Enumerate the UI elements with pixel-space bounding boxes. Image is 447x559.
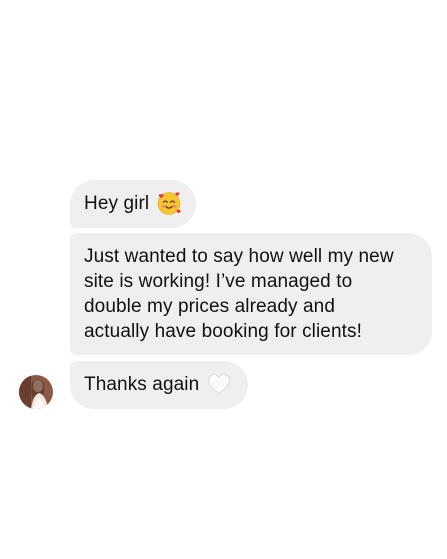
- message-text-line: actually have booking for clients!: [84, 321, 362, 342]
- avatar-photo-icon: [19, 375, 53, 409]
- message-bubble[interactable]: Thanks again: [70, 361, 249, 409]
- smiling-face-with-hearts-icon: [156, 190, 182, 216]
- message-text-line: site is working! I’ve managed to: [84, 271, 353, 292]
- message-text-line: Just wanted to say how well my new: [84, 246, 394, 267]
- avatar[interactable]: [19, 375, 53, 409]
- message-text-line: double my prices already and: [84, 296, 335, 317]
- message-bubble[interactable]: Hey girl: [70, 180, 197, 228]
- message-bubble[interactable]: Just wanted to say how well my new site …: [70, 233, 432, 355]
- message-text: Hey girl: [84, 193, 150, 214]
- white-heart-icon: [206, 371, 232, 397]
- message-text: Thanks again: [84, 374, 200, 395]
